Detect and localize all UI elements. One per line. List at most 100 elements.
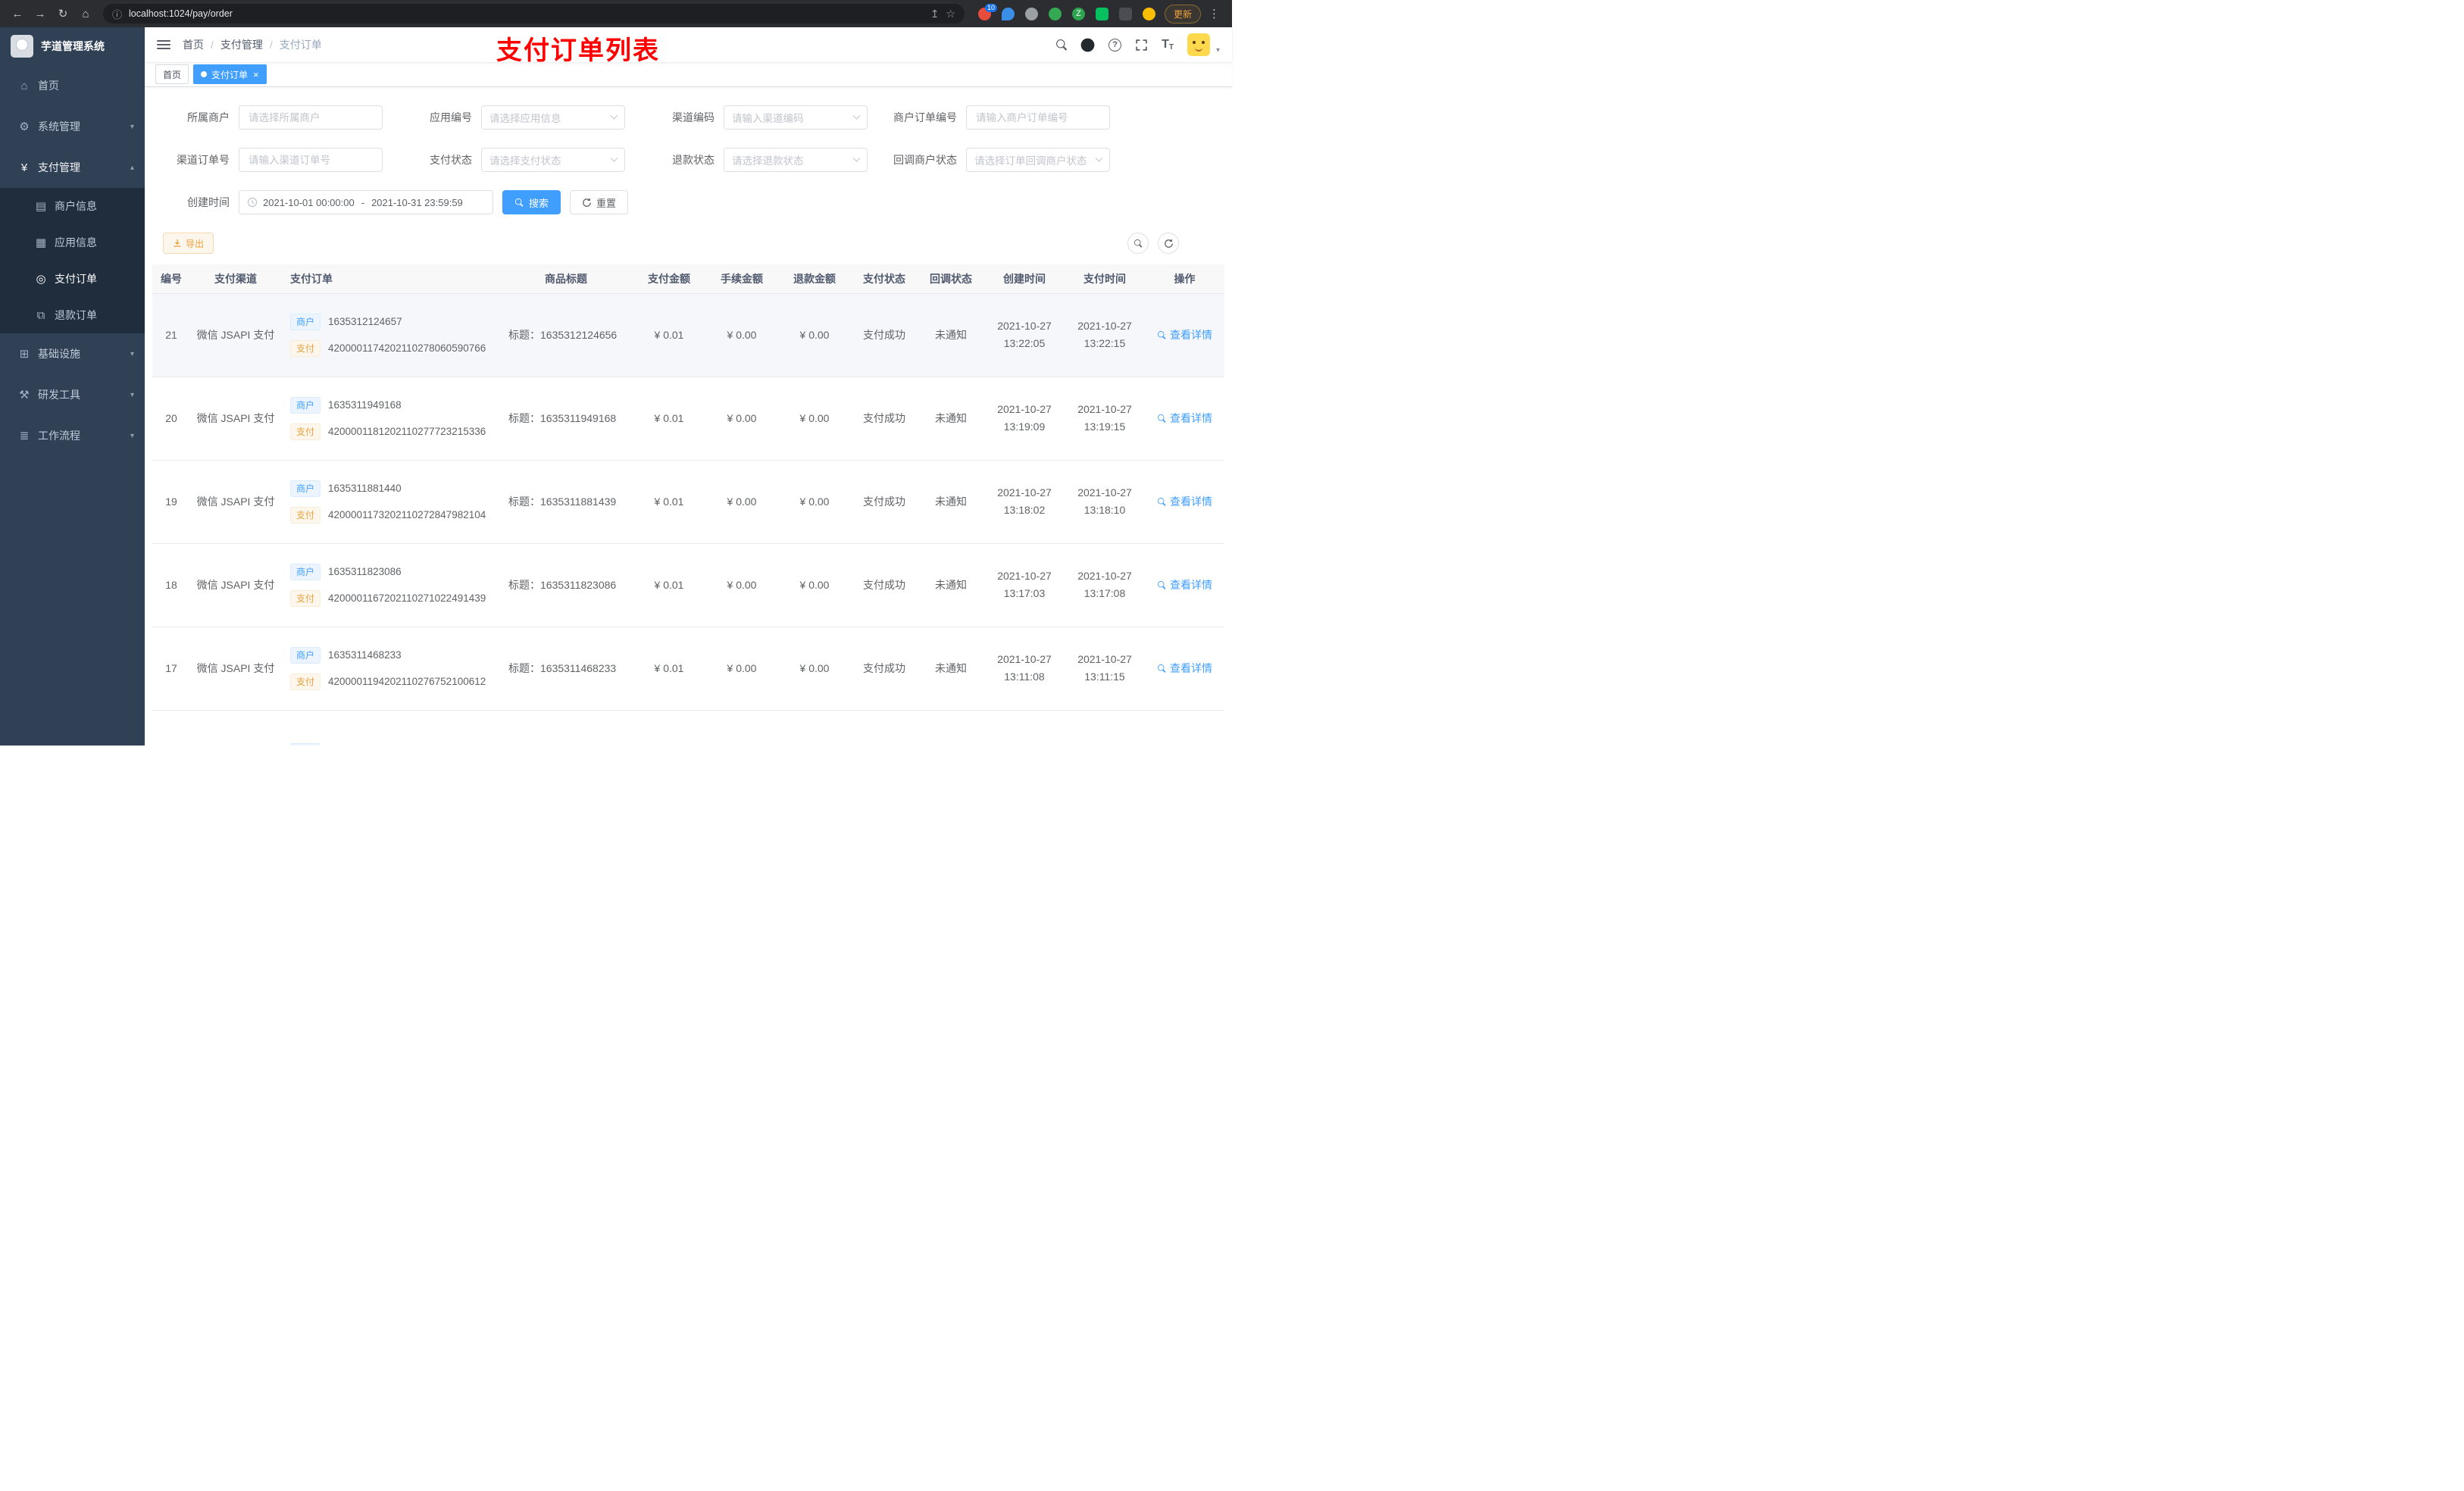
share-icon[interactable]: ↥ xyxy=(930,8,940,20)
chevron-down-icon: ▾ xyxy=(130,349,134,358)
browser-back-button[interactable]: ← xyxy=(8,4,27,23)
download-icon xyxy=(174,239,181,247)
browser-forward-button[interactable]: → xyxy=(30,4,50,23)
sidebar-item-pay-order[interactable]: ◎ 支付订单 xyxy=(0,261,145,297)
app-logo[interactable]: 芋道管理系统 xyxy=(0,27,145,65)
sidebar-item-workflow[interactable]: ≣ 工作流程 ▾ xyxy=(0,415,145,456)
help-icon[interactable]: ? xyxy=(1108,38,1122,52)
extension-icon-green[interactable] xyxy=(1048,7,1062,20)
browser-home-button[interactable]: ⌂ xyxy=(76,4,95,23)
export-button[interactable]: 导出 xyxy=(163,233,214,254)
browser-update-button[interactable]: 更新 xyxy=(1164,4,1201,23)
refund-status-select[interactable]: 请选择退款状态 xyxy=(724,148,868,172)
fullscreen-icon[interactable] xyxy=(1135,39,1148,52)
cell-channel xyxy=(190,710,281,746)
create-time-range-input[interactable]: 2021-10-01 00:00:00 - 2021-10-31 23:59:5… xyxy=(239,190,493,214)
extensions-area: 10 Z xyxy=(972,3,1162,20)
sidebar-toggle-icon[interactable] xyxy=(157,40,170,49)
site-info-icon[interactable]: ⓘ xyxy=(112,7,122,21)
chevron-down-icon xyxy=(610,154,618,162)
callback-status-select[interactable]: 请选择订单回调商户状态 xyxy=(966,148,1110,172)
merchant-order-no-input[interactable] xyxy=(966,105,1110,130)
tab-home[interactable]: 首页 xyxy=(155,64,189,84)
extension-icon-dark[interactable] xyxy=(1118,7,1132,20)
pay-no-tag: 支付 xyxy=(290,339,321,357)
merchant-no-tag: 商户 xyxy=(290,646,321,664)
magnifier-icon xyxy=(1157,497,1166,505)
cell-notify-status: 未通知 xyxy=(918,460,984,544)
column-header-2: 支付订单 xyxy=(281,264,499,294)
sidebar-item-infrastructure[interactable]: ⊞ 基础设施 ▾ xyxy=(0,333,145,374)
browser-reload-button[interactable]: ↻ xyxy=(53,4,73,23)
merchant-no-tag: 商户 xyxy=(290,396,321,414)
url-text: localhost:1024/pay/order xyxy=(129,8,233,19)
sidebar-item-system[interactable]: ⚙ 系统管理 ▾ xyxy=(0,106,145,147)
filter-field-merchant-order-no: 商户订单编号 xyxy=(880,105,1122,130)
cell-title: 标题：1635312124656 xyxy=(499,293,633,377)
extension-icon-drop[interactable] xyxy=(1001,7,1015,20)
pay-status-select[interactable]: 请选择支付状态 xyxy=(481,148,625,172)
view-detail-link[interactable]: 查看详情 xyxy=(1157,661,1212,676)
bookmark-star-icon[interactable]: ☆ xyxy=(946,8,955,20)
yen-icon: ¥ xyxy=(20,161,28,174)
sidebar-item-payment[interactable]: ¥ 支付管理 ▴ xyxy=(0,147,145,188)
column-header-6: 退款金额 xyxy=(778,264,851,294)
tags-view-bar: 首页 支付订单 × xyxy=(145,62,1232,87)
cell-fee: ¥ 0.00 xyxy=(705,543,778,627)
extension-icon-gray[interactable] xyxy=(1024,7,1038,20)
cell-action: 查看详情 xyxy=(1145,293,1224,377)
channel-code-select[interactable]: 请输入渠道编码 xyxy=(724,105,868,130)
table-row: 20 微信 JSAPI 支付 商户 1635311949168 支付 42000… xyxy=(152,377,1224,461)
top-navbar: 首页 / 支付管理 / 支付订单 支付订单列表 ? TT ▾ xyxy=(145,27,1232,65)
breadcrumb-section[interactable]: 支付管理 xyxy=(220,37,263,52)
app-select[interactable]: 请选择应用信息 xyxy=(481,105,625,130)
show-search-toggle-button[interactable] xyxy=(1127,233,1149,254)
pay-no-tag: 支付 xyxy=(290,423,321,440)
cell-channel: 微信 JSAPI 支付 xyxy=(190,377,281,461)
channel-order-no-input[interactable] xyxy=(239,148,383,172)
sidebar-item-app-info[interactable]: ▦ 应用信息 xyxy=(0,224,145,261)
reset-button[interactable]: 重置 xyxy=(570,190,629,214)
merchant-input[interactable] xyxy=(239,105,383,130)
cell-fee: ¥ 0.00 xyxy=(705,627,778,711)
close-icon[interactable]: × xyxy=(253,70,259,80)
address-bar[interactable]: ⓘ localhost:1024/pay/order ↥ ☆ xyxy=(103,4,965,23)
chevron-down-icon: ▾ xyxy=(130,431,134,440)
search-icon[interactable] xyxy=(1056,39,1067,50)
font-size-icon[interactable]: TT xyxy=(1162,38,1174,52)
user-avatar[interactable] xyxy=(1187,33,1210,56)
cell-fee: ¥ 0.00 xyxy=(705,460,778,544)
cell-amount: ¥ 0.01 xyxy=(633,377,705,461)
filter-row-2: 渠道订单号 支付状态 请选择支付状态 退款状态 请选择退款状态 xyxy=(152,148,1224,172)
dashboard-icon: ⌂ xyxy=(20,79,28,92)
tab-pay-order[interactable]: 支付订单 × xyxy=(193,64,267,84)
sidebar-item-home[interactable]: ⌂ 首页 xyxy=(0,65,145,106)
cell-action xyxy=(1145,710,1224,746)
sidebar-item-refund-order[interactable]: ⧉ 退款订单 xyxy=(0,297,145,333)
github-icon[interactable] xyxy=(1080,38,1095,52)
sidebar-item-dev-tools[interactable]: ⚒ 研发工具 ▾ xyxy=(0,374,145,415)
breadcrumb-home[interactable]: 首页 xyxy=(183,37,204,52)
view-detail-link[interactable]: 查看详情 xyxy=(1157,411,1212,426)
browser-menu-icon[interactable]: ⋮ xyxy=(1204,7,1224,20)
extension-icon-red[interactable]: 10 xyxy=(977,3,997,20)
extension-icon-zenhub[interactable]: Z xyxy=(1071,7,1085,20)
filter-field-channel-code: 渠道编码 请输入渠道编码 xyxy=(637,105,880,130)
search-button[interactable]: 搜索 xyxy=(502,190,561,214)
view-detail-link[interactable]: 查看详情 xyxy=(1157,494,1212,509)
merchant-no-tag: 商户 xyxy=(290,313,321,330)
merchant-no-tag: 商户 xyxy=(290,563,321,580)
filter-field-create-time: 创建时间 2021-10-01 00:00:00 - 2021-10-31 23… xyxy=(152,190,493,214)
view-detail-link[interactable]: 查看详情 xyxy=(1157,327,1212,342)
cell-channel: 微信 JSAPI 支付 xyxy=(190,627,281,711)
extension-icon-square-green[interactable] xyxy=(1095,7,1108,20)
table-row: 16 商户 1635311251736 xyxy=(152,710,1224,746)
table-body: 21 微信 JSAPI 支付 商户 1635312124657 支付 42000… xyxy=(152,293,1224,746)
extension-icon-emoji[interactable] xyxy=(1142,7,1155,20)
view-detail-link[interactable]: 查看详情 xyxy=(1157,577,1212,592)
refresh-table-button[interactable] xyxy=(1158,233,1179,254)
chevron-down-icon xyxy=(1095,154,1103,162)
cell-title: 标题：1635311949168 xyxy=(499,377,633,461)
navbar-actions: ? TT ▾ xyxy=(1056,33,1220,56)
sidebar-item-merchant-info[interactable]: ▤ 商户信息 xyxy=(0,188,145,224)
